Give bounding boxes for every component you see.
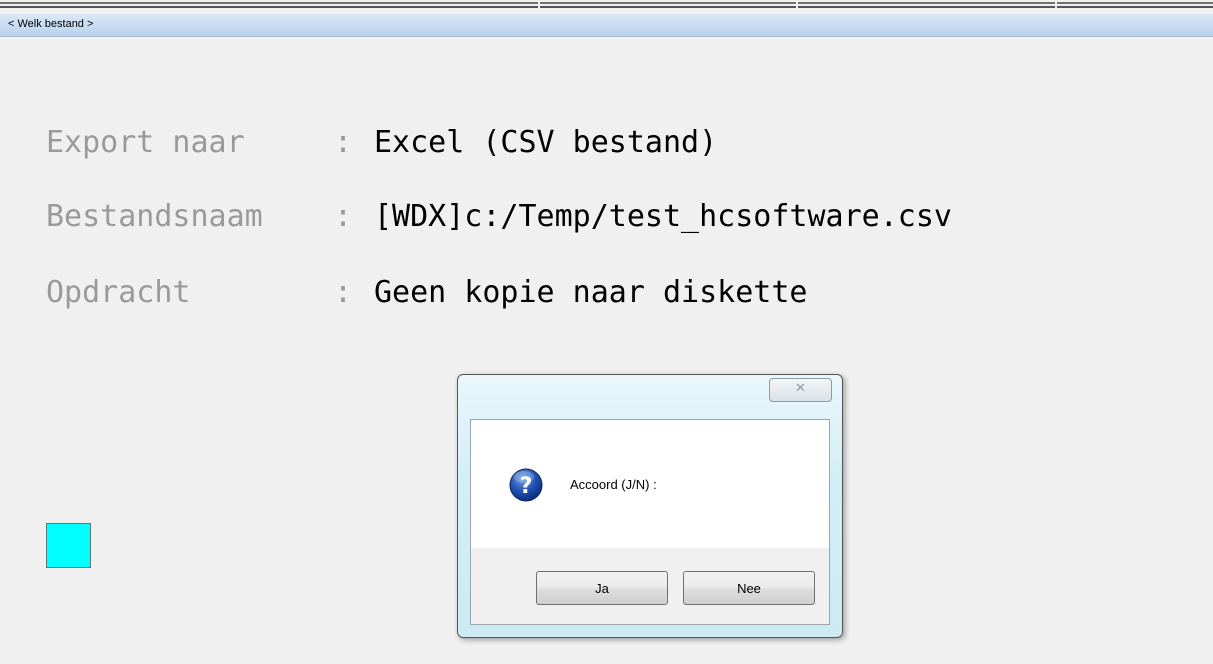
svg-text:?: ? — [520, 474, 533, 499]
status-indicator — [46, 523, 91, 568]
field-row-command: Opdracht: Geen kopie naar diskette — [46, 273, 807, 313]
divider — [0, 2, 1213, 4]
column-separator[interactable] — [538, 0, 540, 14]
close-icon: ✕ — [795, 381, 806, 396]
question-icon: ? — [509, 468, 543, 502]
app-window: < Welk bestand > Export naar: Excel (CSV … — [0, 0, 1213, 664]
field-label: Bestandsnaam — [46, 199, 263, 234]
field-row-filename: Bestandsnaam: [WDX]c:/Temp/test_hcsoftwar… — [46, 197, 952, 237]
column-separator[interactable] — [796, 0, 798, 14]
no-button[interactable]: Nee — [683, 571, 815, 605]
message-area: ? Accoord (J/N) : — [471, 420, 829, 548]
field-separator: : — [334, 199, 353, 234]
field-separator: : — [334, 125, 353, 160]
section-title-bar: < Welk bestand > — [0, 14, 1213, 37]
column-header-strip — [0, 0, 1213, 14]
field-separator: : — [334, 275, 353, 310]
dialog-message: Accoord (J/N) : — [570, 477, 657, 492]
column-separator[interactable] — [1055, 0, 1057, 14]
dialog-body: ? Accoord (J/N) : Ja Nee — [470, 419, 830, 625]
field-label: Export naar — [46, 125, 245, 160]
field-label: Opdracht — [46, 275, 191, 310]
confirm-dialog: ✕ ? Accoord (J/N) : Ja Nee — [457, 374, 843, 638]
section-title: < Welk bestand > — [8, 18, 94, 30]
field-value: [WDX]c:/Temp/test_hcsoftware.csv — [374, 199, 952, 234]
field-row-export: Export naar: Excel (CSV bestand) — [46, 123, 717, 163]
field-value: Excel (CSV bestand) — [374, 125, 718, 160]
field-value: Geen kopie naar diskette — [374, 275, 808, 310]
yes-button[interactable]: Ja — [536, 571, 668, 605]
close-button[interactable]: ✕ — [769, 378, 832, 402]
divider — [0, 6, 1213, 8]
